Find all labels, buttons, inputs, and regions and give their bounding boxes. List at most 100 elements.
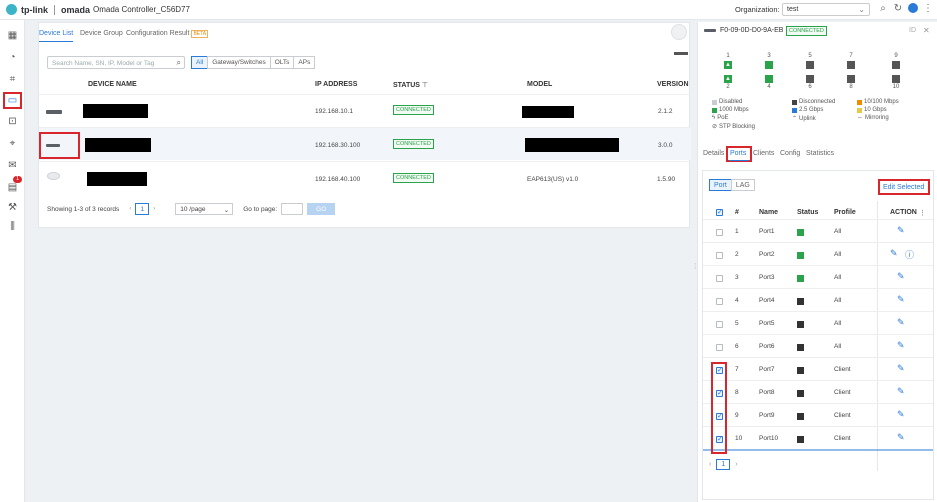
user-avatar-icon[interactable] (907, 3, 919, 15)
info-icon[interactable]: ⓘ (905, 248, 914, 261)
goto-page-input[interactable] (281, 203, 304, 215)
go-button[interactable]: GO (307, 203, 336, 215)
table-row[interactable]: 2 Port2 All ✎ ⓘ (703, 242, 933, 265)
reports-icon[interactable]: ⫼ (6, 220, 19, 233)
column-status[interactable]: STATUS ⊤ (393, 81, 428, 89)
table-row[interactable]: 1 Port1 All ✎ (703, 219, 933, 242)
port-4[interactable] (765, 75, 773, 83)
edit-icon[interactable]: ✎ (897, 363, 905, 374)
refresh-icon[interactable]: ↻ (892, 3, 904, 15)
port-number: 4 (767, 84, 771, 90)
organization-select[interactable]: test ⌄ (782, 3, 870, 16)
location-icon[interactable]: ⌖ (6, 137, 19, 150)
port-7[interactable] (847, 61, 855, 69)
port-10[interactable] (892, 75, 900, 83)
port-3[interactable] (765, 61, 773, 69)
subtab-port[interactable]: Port (709, 179, 732, 191)
table-row[interactable]: 192.168.30.100 CONNECTED 3.0.0 (39, 127, 691, 160)
edit-icon[interactable]: ✎ (897, 409, 905, 420)
port-5[interactable] (806, 61, 814, 69)
row-checkbox[interactable] (716, 321, 723, 328)
table-row[interactable]: 6 Port6 All ✎ (703, 334, 933, 357)
row-checkbox[interactable] (716, 275, 723, 282)
table-row[interactable]: 192.168.10.1 CONNECTED 2.1.2 (39, 94, 691, 127)
more-menu-icon[interactable]: ⋮ (922, 3, 934, 15)
next-page-icon[interactable]: › (149, 203, 159, 215)
port-8[interactable] (847, 75, 855, 83)
map-icon[interactable]: ⌗ (6, 73, 19, 86)
column-profile: Profile (834, 209, 856, 216)
search-input[interactable]: Search Name, SN, IP, Model or Tag ⌕ (47, 56, 185, 69)
table-row[interactable]: 10 Port10 Client ✎ (703, 426, 933, 449)
tab-statistics[interactable]: Statistics (806, 150, 834, 157)
tab-configuration-result[interactable]: Configuration Result BETA (126, 30, 209, 38)
table-row[interactable]: 7 Port7 Client ✎ (703, 357, 933, 380)
table-row[interactable]: 8 Port8 Client ✎ (703, 380, 933, 403)
search-icon[interactable]: ⌕ (877, 3, 889, 15)
insights-icon[interactable]: ⊡ (6, 115, 19, 128)
edit-icon[interactable]: ✎ (897, 294, 905, 305)
device-type-filter: All Gateway/Switches OLTs APs (191, 56, 316, 69)
page-number[interactable]: 1 (716, 459, 731, 470)
table-row[interactable]: 4 Port4 All ✎ (703, 288, 933, 311)
filter-olts[interactable]: OLTs (269, 56, 295, 69)
filter-all[interactable]: All (191, 56, 209, 69)
id-icon[interactable]: ID (909, 27, 916, 34)
edit-icon[interactable]: ✎ (897, 432, 905, 443)
alerts-icon[interactable]: ✉ (6, 159, 19, 172)
edit-icon[interactable]: ✎ (897, 271, 905, 282)
row-checkbox[interactable] (716, 229, 723, 236)
legend-stp: ⊘ STP Blocking (712, 123, 755, 131)
dashboard-icon[interactable]: ▦ (6, 29, 19, 42)
tab-device-group[interactable]: Device Group (80, 30, 123, 37)
edit-icon[interactable]: ✎ (890, 248, 898, 259)
edit-icon[interactable]: ✎ (897, 225, 905, 236)
table-row[interactable]: 192.168.40.100 CONNECTED EAP613(US) v1.0… (39, 161, 691, 194)
table-row[interactable]: 5 Port5 All ✎ (703, 311, 933, 334)
panel-resize-handle[interactable]: ⁞ (694, 262, 696, 271)
column-device-name[interactable]: DEVICE NAME (88, 81, 137, 88)
legend-10-100: 10/100 Mbps (857, 99, 899, 105)
row-checkbox[interactable] (716, 344, 723, 351)
close-icon[interactable]: ✕ (923, 26, 930, 35)
column-version[interactable]: VERSION (657, 81, 689, 88)
tab-device-list[interactable]: Device List (39, 30, 73, 37)
select-all-checkbox[interactable] (716, 208, 723, 216)
column-menu-icon[interactable]: ⋮ (919, 209, 926, 217)
tab-clients[interactable]: Clients (753, 150, 774, 157)
controller-name[interactable]: Omada Controller_C56D77 (93, 5, 190, 14)
legend-label: 10/100 Mbps (864, 99, 899, 105)
table-row[interactable]: 9 Port9 Client ✎ (703, 403, 933, 426)
port-1-uplink-icon[interactable]: ▲ (724, 61, 732, 69)
page-number[interactable]: 1 (135, 203, 150, 215)
horizontal-scrollbar[interactable] (703, 449, 933, 451)
filter-icon[interactable]: ⊤ (422, 82, 428, 89)
port-2-uplink-icon[interactable]: ▲ (724, 75, 732, 83)
next-page-icon[interactable]: › (735, 461, 737, 468)
tab-config[interactable]: Config (780, 150, 800, 157)
statistics-icon[interactable]: ◔ (6, 51, 19, 64)
edit-icon[interactable]: ✎ (897, 340, 905, 351)
column-ip-address[interactable]: IP ADDRESS (315, 81, 357, 88)
subtab-lag[interactable]: LAG (730, 179, 755, 191)
edit-icon[interactable]: ✎ (897, 386, 905, 397)
table-row[interactable]: 3 Port3 All ✎ (703, 265, 933, 288)
logs-icon[interactable]: ▤ (6, 181, 19, 194)
active-tab-indicator (39, 41, 73, 42)
edit-icon[interactable]: ✎ (897, 317, 905, 328)
prev-page-icon[interactable]: ‹ (709, 461, 711, 468)
tab-details[interactable]: Details (703, 150, 724, 157)
switch-thumbnail-icon[interactable] (674, 52, 688, 55)
tools-icon[interactable]: ⚒ (6, 201, 19, 214)
prev-page-icon[interactable]: ‹ (125, 203, 135, 215)
port-name: Port9 (759, 412, 775, 419)
port-6[interactable] (806, 75, 814, 83)
filter-gateway-switches[interactable]: Gateway/Switches (207, 56, 271, 69)
row-checkbox[interactable] (716, 252, 723, 259)
column-model[interactable]: MODEL (527, 81, 552, 88)
per-page-select[interactable]: 10 /page ⌄ (175, 203, 234, 215)
row-checkbox[interactable] (716, 298, 723, 305)
port-9[interactable] (892, 61, 900, 69)
ap-thumbnail-icon[interactable] (671, 24, 687, 40)
filter-aps[interactable]: APs (293, 56, 316, 69)
